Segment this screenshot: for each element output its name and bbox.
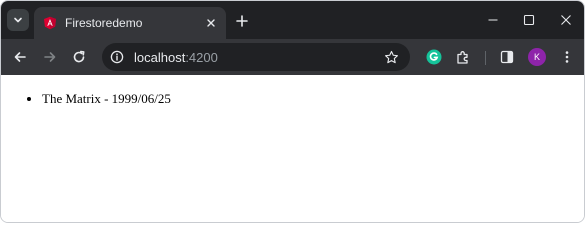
site-info-button[interactable]: [108, 48, 126, 66]
side-panel-icon: [500, 50, 514, 64]
page-content: The Matrix - 1999/06/25: [1, 75, 584, 222]
profile-avatar[interactable]: K: [528, 48, 546, 66]
tab-strip: Firestoredemo: [1, 1, 584, 39]
window-close-button[interactable]: [556, 10, 576, 30]
reload-button[interactable]: [69, 47, 89, 67]
minimize-icon: [488, 19, 498, 21]
browser-toolbar: localhost:4200 K: [1, 39, 584, 75]
address-bar[interactable]: localhost:4200: [102, 43, 410, 71]
reload-icon: [73, 50, 85, 63]
new-tab-button[interactable]: [233, 12, 251, 30]
url-host: localhost: [134, 49, 186, 65]
bookmark-button[interactable]: [381, 47, 401, 67]
angular-logo-icon: [43, 16, 57, 30]
grammarly-extension-button[interactable]: [424, 47, 444, 67]
tab-search-button[interactable]: [7, 9, 29, 31]
url-port: :4200: [185, 49, 218, 65]
info-icon: [110, 50, 124, 64]
maximize-button[interactable]: [519, 10, 539, 30]
chevron-down-icon: [14, 17, 22, 23]
movie-list: The Matrix - 1999/06/25: [42, 90, 171, 107]
puzzle-icon: [457, 51, 468, 64]
browser-window: Firestoredemo localhost:4200 K • The Mat…: [0, 0, 585, 223]
tab-title: Firestoredemo: [65, 16, 143, 30]
toolbar-divider: [485, 51, 486, 65]
forward-button[interactable]: [40, 47, 60, 67]
tab-close-button[interactable]: [202, 14, 220, 32]
arrow-right-icon: [44, 52, 56, 62]
list-item: The Matrix - 1999/06/25: [42, 90, 171, 107]
tab-firestoredemo[interactable]: Firestoredemo: [34, 7, 226, 39]
more-vertical-icon: [565, 51, 569, 63]
menu-button[interactable]: [557, 47, 577, 67]
grammarly-icon: [426, 49, 442, 65]
close-icon: [207, 19, 215, 27]
url-text: localhost:4200: [134, 50, 381, 65]
back-button[interactable]: [10, 47, 30, 67]
plus-icon: [236, 15, 248, 27]
maximize-icon: [523, 14, 535, 26]
minimize-button[interactable]: [483, 10, 503, 30]
side-panel-button[interactable]: [497, 47, 517, 67]
star-icon: [384, 50, 398, 63]
extensions-button[interactable]: [453, 47, 473, 67]
arrow-left-icon: [14, 52, 26, 62]
close-icon: [561, 15, 571, 25]
